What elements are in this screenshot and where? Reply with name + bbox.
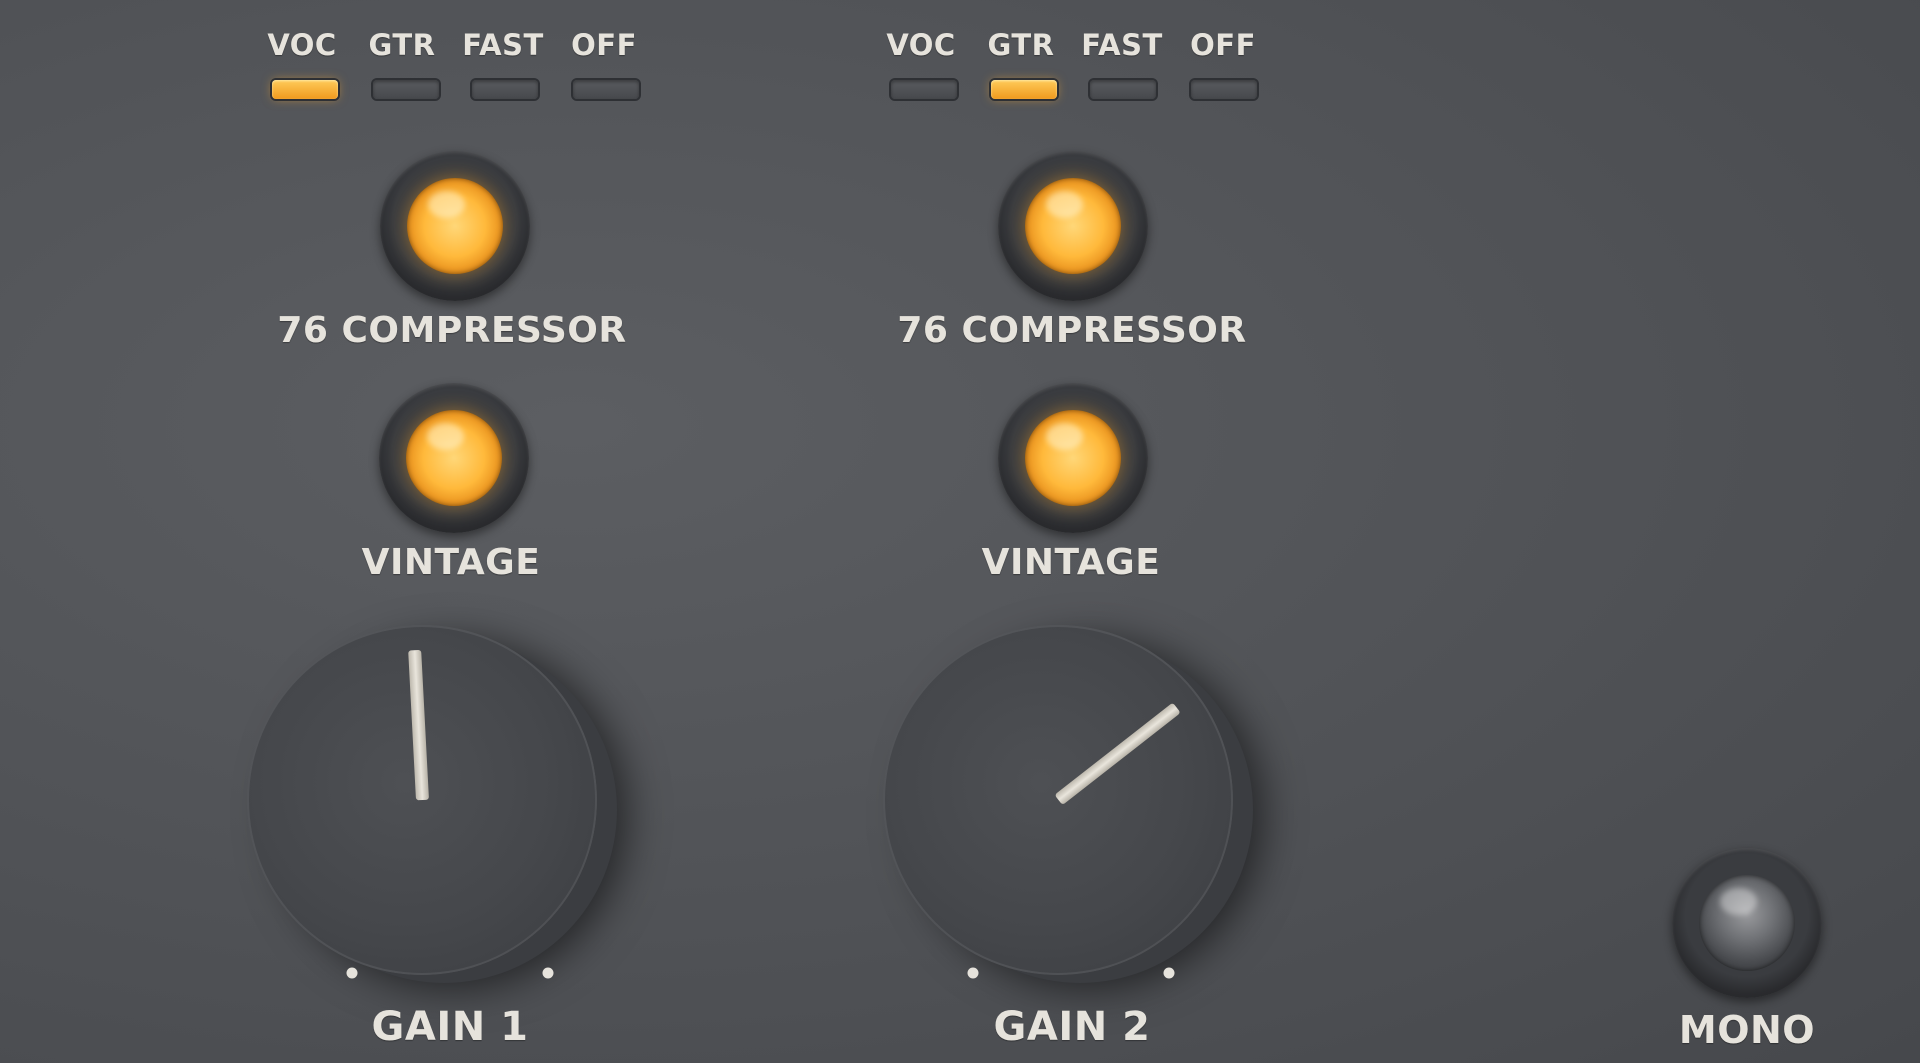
ch1-mode-label-gtr: GTR [368, 28, 436, 62]
mono-button[interactable] [1672, 848, 1822, 998]
ch2-mode-led-off[interactable] [1191, 80, 1257, 99]
ch1-mode-led-off[interactable] [573, 80, 639, 99]
ch1-mode-led-gtr[interactable] [373, 80, 439, 99]
ch2-mode-label-off: OFF [1190, 28, 1256, 62]
gain-1-min-dot [346, 967, 358, 979]
gain-1-pointer [408, 649, 429, 801]
ch1-vintage-button[interactable] [379, 383, 529, 533]
ch1-mode-label-off: OFF [571, 28, 637, 62]
gain-2-pointer [1054, 702, 1181, 806]
ch1-mode-led-fast[interactable] [472, 80, 538, 99]
ch2-mode-led-voc[interactable] [891, 80, 957, 99]
ch2-mode-led-gtr[interactable] [991, 80, 1057, 99]
preamp-panel: VOC GTR FAST OFF VOC GTR FAST OFF 76 COM… [0, 0, 1920, 1063]
ch1-mode-led-voc[interactable] [272, 80, 338, 99]
gain-1-label: GAIN 1 [371, 1004, 529, 1050]
ch1-compressor-button[interactable] [380, 151, 530, 301]
gain-1-knob[interactable] [247, 625, 597, 975]
gain-2-max-dot [1163, 967, 1175, 979]
ch2-vintage-lamp [1025, 410, 1121, 506]
mono-label: MONO [1678, 1008, 1816, 1052]
ch1-mode-label-voc: VOC [267, 28, 337, 62]
gain-2-knob[interactable] [883, 625, 1233, 975]
gain-2-label: GAIN 2 [993, 1004, 1151, 1050]
ch1-compressor-lamp [407, 178, 503, 274]
ch2-vintage-button[interactable] [998, 383, 1148, 533]
gain-1-max-dot [542, 967, 554, 979]
ch2-compressor-lamp [1025, 178, 1121, 274]
ch1-mode-label-fast: FAST [462, 28, 544, 62]
ch2-mode-label-gtr: GTR [987, 28, 1055, 62]
gain-2-min-dot [967, 967, 979, 979]
ch2-vintage-label: VINTAGE [981, 542, 1161, 583]
ch2-mode-label-voc: VOC [886, 28, 956, 62]
ch1-vintage-lamp [406, 410, 502, 506]
ch1-vintage-label: VINTAGE [361, 542, 541, 583]
ch2-mode-label-fast: FAST [1081, 28, 1163, 62]
ch2-mode-led-fast[interactable] [1090, 80, 1156, 99]
ch2-compressor-button[interactable] [998, 151, 1148, 301]
ch2-compressor-label: 76 COMPRESSOR [897, 310, 1247, 351]
mono-lamp [1699, 875, 1795, 971]
ch1-compressor-label: 76 COMPRESSOR [277, 310, 627, 351]
